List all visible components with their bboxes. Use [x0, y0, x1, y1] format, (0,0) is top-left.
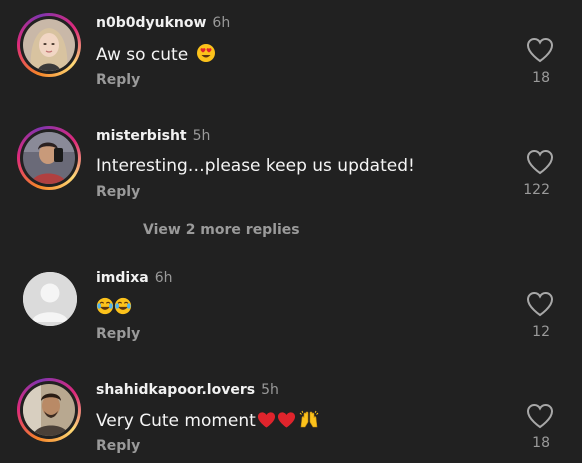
like-count: 122	[523, 182, 550, 198]
tears-of-joy-emoji-icon	[114, 297, 132, 320]
reply-button[interactable]: Reply	[96, 438, 140, 454]
default-avatar-icon[interactable]	[23, 272, 77, 326]
avatar[interactable]	[17, 378, 81, 442]
like-count: 18	[532, 70, 550, 86]
like-heart-icon[interactable]	[526, 149, 554, 175]
comment-header: n0b0dyuknow 6h	[96, 15, 230, 31]
timestamp: 5h	[261, 382, 279, 398]
tears-of-joy-emoji-icon	[96, 297, 114, 320]
red-heart-emoji-icon	[257, 411, 276, 434]
comment-text: Interesting…please keep us updated!	[96, 156, 415, 176]
like-heart-icon[interactable]	[526, 37, 554, 63]
timestamp: 6h	[154, 270, 173, 286]
username[interactable]: n0b0dyuknow	[96, 15, 206, 31]
like-count: 18	[532, 435, 550, 451]
comment-header: shahidkapoor.lovers 5h	[96, 382, 279, 398]
timestamp: 6h	[212, 15, 231, 31]
comment-text: Very Cute moment	[96, 409, 319, 434]
comment-header: imdixa 6h	[96, 270, 172, 286]
comment-text-content: Aw so cute	[96, 45, 189, 65]
raising-hands-emoji-icon	[299, 409, 319, 434]
comment-text: Aw so cute	[96, 43, 216, 68]
username[interactable]: misterbisht	[96, 128, 187, 144]
avatar[interactable]	[17, 13, 81, 77]
comment-text-content: Very Cute moment	[96, 411, 256, 431]
comments-list: n0b0dyuknow 6h Aw so cute Reply 18 miste…	[0, 0, 582, 463]
comment-header: misterbisht 5h	[96, 128, 210, 144]
avatar[interactable]	[17, 126, 81, 190]
username[interactable]: shahidkapoor.lovers	[96, 382, 255, 398]
like-count: 12	[532, 324, 550, 340]
red-heart-emoji-icon	[277, 411, 296, 434]
reply-button[interactable]: Reply	[96, 326, 140, 342]
comment-text	[96, 297, 132, 320]
timestamp: 5h	[192, 128, 211, 144]
like-heart-icon[interactable]	[526, 403, 554, 429]
heart-eyes-emoji-icon	[196, 43, 216, 68]
reply-button[interactable]: Reply	[96, 184, 140, 200]
username[interactable]: imdixa	[96, 270, 149, 286]
like-heart-icon[interactable]	[526, 291, 554, 317]
reply-button[interactable]: Reply	[96, 72, 140, 88]
view-more-replies-button[interactable]: View 2 more replies	[143, 222, 300, 238]
